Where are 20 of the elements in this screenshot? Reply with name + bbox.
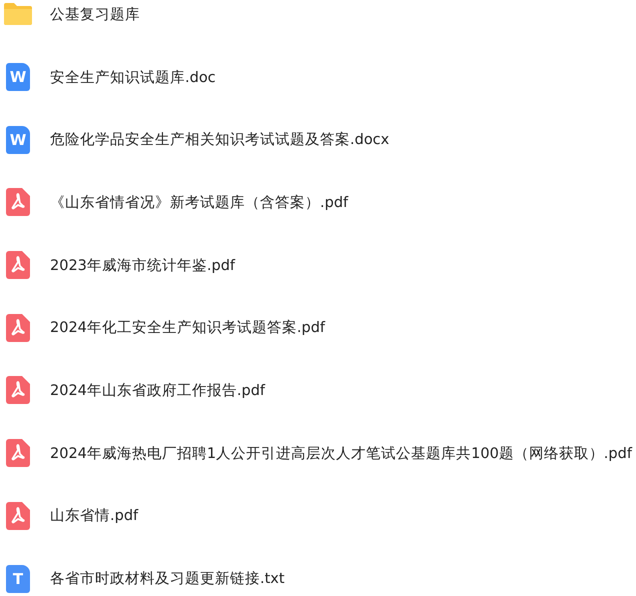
file-name[interactable]: 2024年化工安全生产知识考试题答案.pdf bbox=[50, 318, 326, 338]
file-name[interactable]: 危险化学品安全生产相关知识考试试题及答案.docx bbox=[50, 130, 390, 150]
pdf-file-icon bbox=[6, 251, 30, 280]
word-document-icon: W bbox=[6, 63, 30, 92]
file-name[interactable]: 安全生产知识试题库.doc bbox=[50, 68, 216, 87]
file-name[interactable]: 各省市时政材料及习题更新链接.txt bbox=[50, 569, 285, 588]
pdf-file-icon bbox=[6, 376, 30, 404]
text-file-icon: T bbox=[6, 564, 30, 593]
pdf-file-icon bbox=[6, 502, 30, 530]
pdf-file-icon bbox=[6, 439, 30, 468]
file-name[interactable]: 2023年威海市统计年鉴.pdf bbox=[50, 256, 236, 275]
file-name[interactable]: 山东省情.pdf bbox=[50, 506, 138, 526]
word-document-icon: W bbox=[6, 126, 30, 154]
pdf-file-icon bbox=[6, 314, 30, 342]
folder-icon bbox=[3, 2, 33, 26]
pdf-file-icon bbox=[6, 188, 30, 216]
file-name[interactable]: 2024年威海热电厂招聘1人公开引进高层次人才笔试公基题库共100题（网络获取）.pdf bbox=[50, 444, 632, 463]
file-name[interactable]: 公基复习题库 bbox=[50, 4, 140, 24]
file-name[interactable]: 2024年山东省政府工作报告.pdf bbox=[50, 380, 266, 400]
file-name[interactable]: 《山东省情省况》新考试题库（含答案）.pdf bbox=[50, 192, 348, 212]
